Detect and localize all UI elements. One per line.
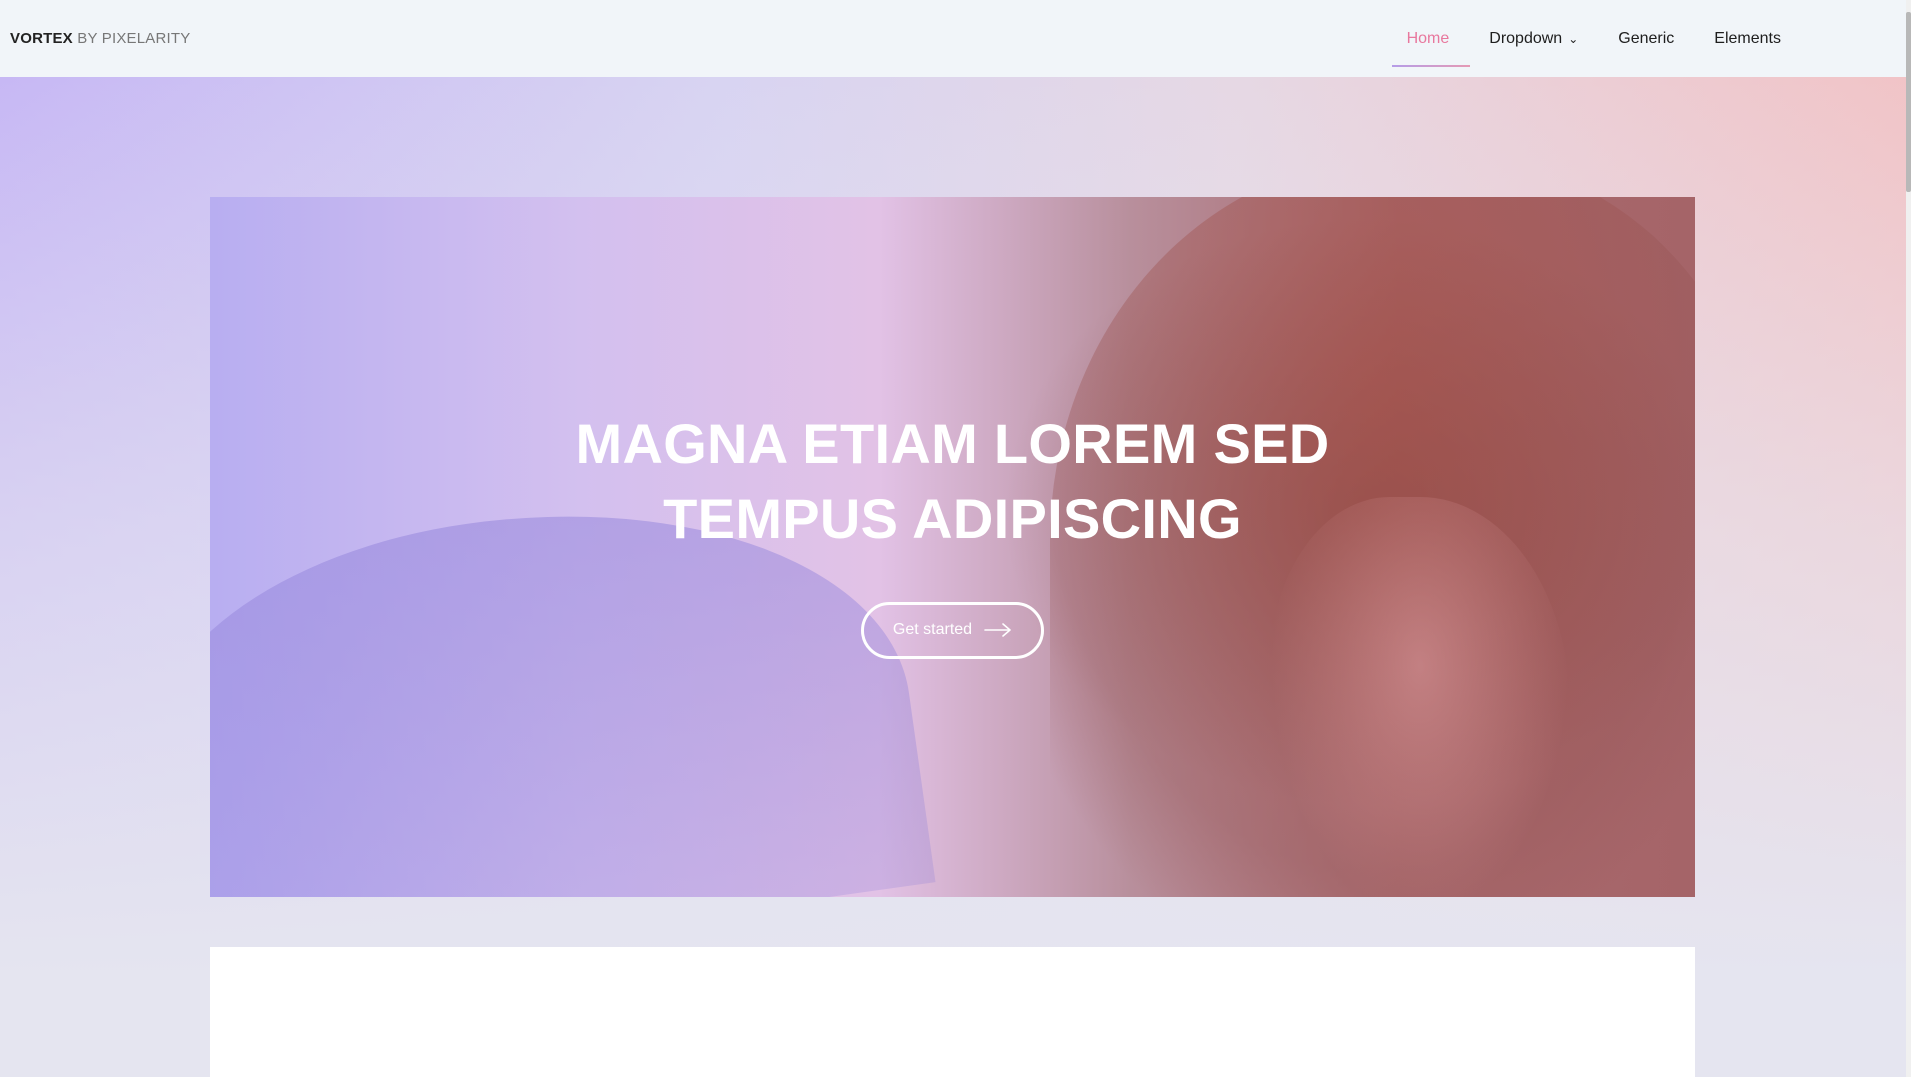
- nav-item-label: Home: [1406, 29, 1450, 47]
- brand-logo[interactable]: VORTEX BY PIXELARITY: [10, 30, 190, 47]
- arrow-right-icon: [984, 623, 1012, 637]
- brand-name: VORTEX: [10, 30, 73, 47]
- nav-item-home[interactable]: Home: [1387, 0, 1470, 77]
- nav-item-label: Dropdown: [1489, 29, 1563, 47]
- hero-content: MAGNA ETIAM LOREM SED TEMPUS ADIPISCING …: [210, 197, 1695, 897]
- main-nav: Home Dropdown ⌄ Generic Elements: [1387, 0, 1801, 77]
- hero-banner: MAGNA ETIAM LOREM SED TEMPUS ADIPISCING …: [210, 197, 1695, 897]
- content-card: [210, 947, 1695, 1077]
- brand-byline: BY PIXELARITY: [77, 30, 191, 47]
- nav-item-label: Generic: [1618, 29, 1675, 47]
- get-started-button[interactable]: Get started: [861, 601, 1044, 659]
- chevron-down-icon: ⌄: [1568, 31, 1579, 46]
- site-header: VORTEX BY PIXELARITY Home Dropdown ⌄ Gen…: [0, 0, 1906, 77]
- scrollbar-thumb[interactable]: [1906, 12, 1911, 192]
- nav-item-label: Elements: [1714, 29, 1781, 47]
- nav-item-dropdown[interactable]: Dropdown ⌄: [1469, 0, 1598, 77]
- nav-item-generic[interactable]: Generic: [1598, 0, 1694, 77]
- get-started-label: Get started: [892, 621, 973, 638]
- hero-title: MAGNA ETIAM LOREM SED TEMPUS ADIPISCING: [575, 411, 1330, 550]
- page-scrollbar[interactable]: [1906, 0, 1911, 1077]
- nav-item-elements[interactable]: Elements: [1694, 0, 1801, 77]
